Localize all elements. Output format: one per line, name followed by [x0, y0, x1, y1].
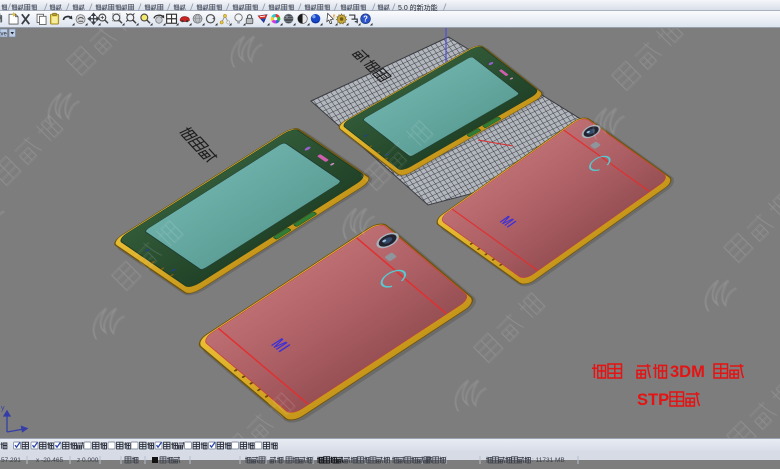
svg-text:y: y [1, 405, 5, 412]
svg-text:z 0.000: z 0.000 [77, 457, 99, 464]
svg-text:x -20.465: x -20.465 [36, 457, 63, 464]
svg-text:: 11731 MB: : 11731 MB [532, 457, 565, 464]
svg-text:57.291: 57.291 [1, 457, 21, 464]
svg-text:ve: ve [1, 32, 8, 38]
svg-text:3DM: 3DM [670, 363, 705, 381]
svg-text:?: ? [363, 15, 368, 24]
svg-text:STP: STP [637, 391, 669, 409]
